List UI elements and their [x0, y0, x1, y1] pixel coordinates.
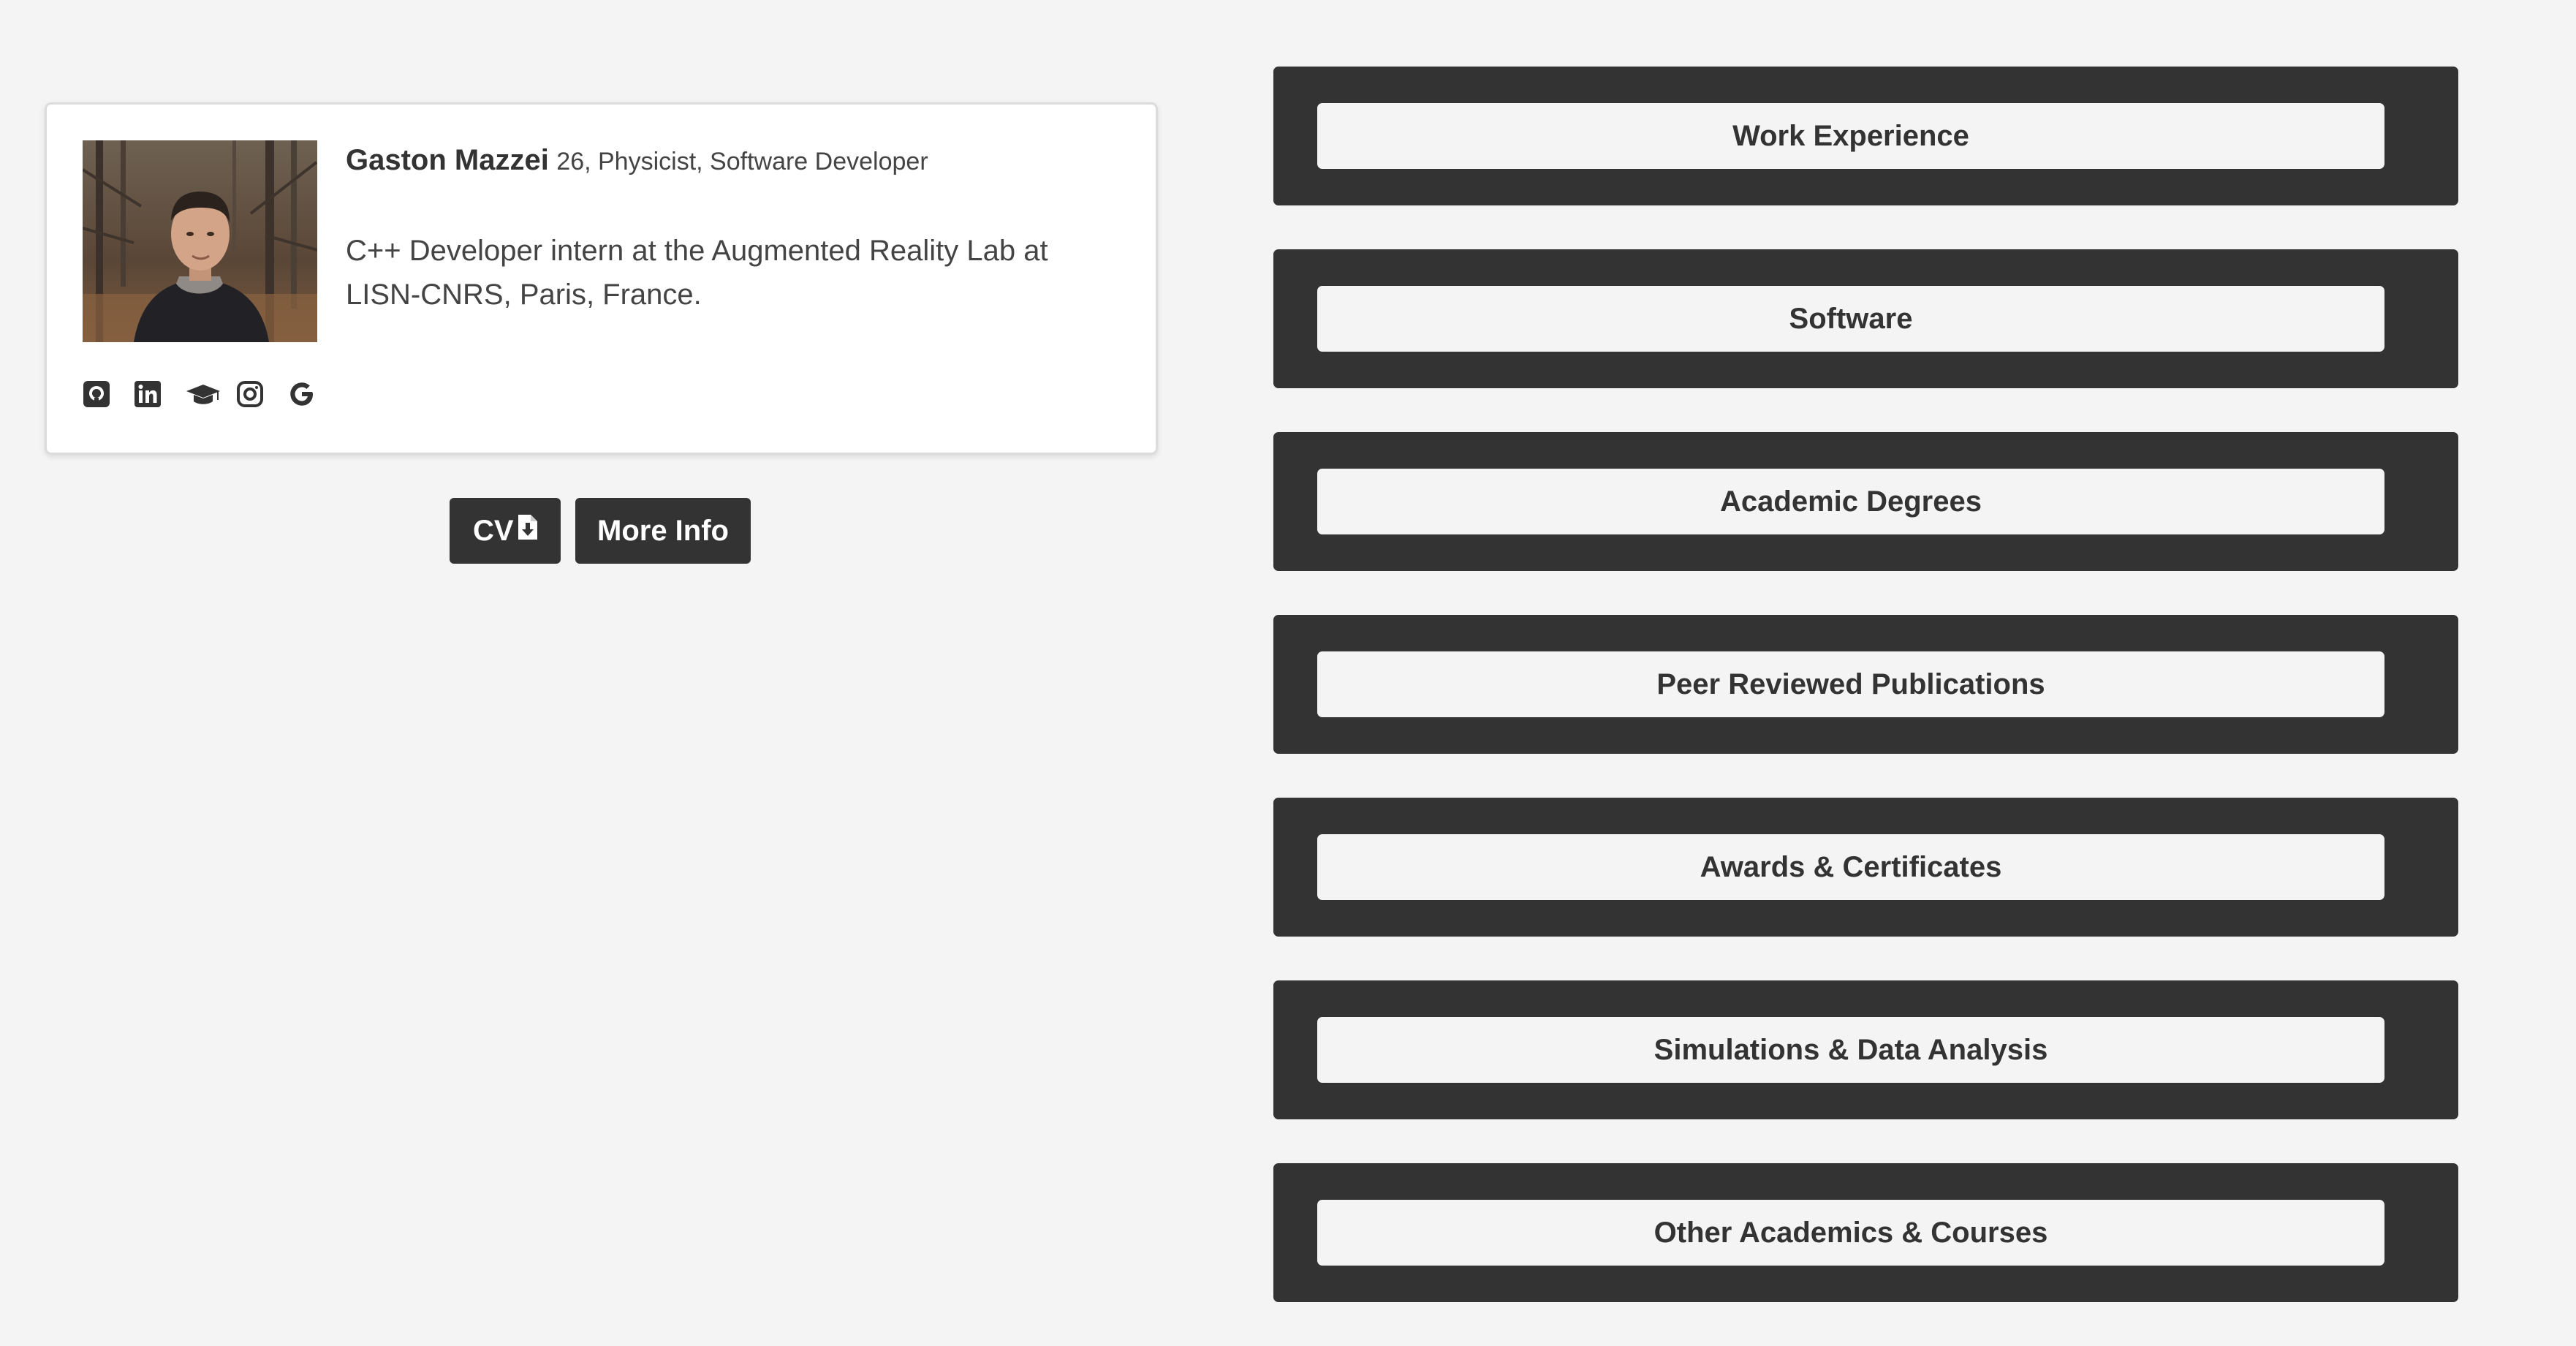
file-download-icon	[517, 513, 539, 548]
profile-actions: CV More Info	[450, 498, 751, 564]
academic-degrees-button[interactable]: Academic Degrees	[1317, 469, 2384, 534]
github-icon[interactable]	[83, 377, 134, 412]
section-simulations: Simulations & Data Analysis	[1273, 980, 2458, 1119]
section-publications: Peer Reviewed Publications	[1273, 615, 2458, 754]
linkedin-icon[interactable]	[134, 377, 185, 412]
profile-name: Gaston Mazzei	[346, 144, 549, 176]
other-academics-button[interactable]: Other Academics & Courses	[1317, 1200, 2384, 1266]
profile-card: Gaston Mazzei 26, Physicist, Software De…	[45, 102, 1158, 455]
social-links	[83, 377, 338, 412]
section-work-experience: Work Experience	[1273, 67, 2458, 205]
cv-download-button[interactable]: CV	[450, 498, 561, 564]
software-button[interactable]: Software	[1317, 286, 2384, 352]
simulations-button[interactable]: Simulations & Data Analysis	[1317, 1017, 2384, 1083]
section-other-academics: Other Academics & Courses	[1273, 1163, 2458, 1302]
cv-label: CV	[473, 514, 514, 547]
awards-button[interactable]: Awards & Certificates	[1317, 834, 2384, 900]
work-experience-button[interactable]: Work Experience	[1317, 103, 2384, 169]
google-icon[interactable]	[287, 377, 338, 412]
section-software: Software	[1273, 249, 2458, 388]
instagram-icon[interactable]	[236, 377, 287, 412]
section-awards: Awards & Certificates	[1273, 798, 2458, 937]
profile-bio: C++ Developer intern at the Augmented Re…	[346, 235, 1048, 311]
publications-button[interactable]: Peer Reviewed Publications	[1317, 651, 2384, 717]
avatar	[83, 140, 317, 342]
section-academic-degrees: Academic Degrees	[1273, 432, 2458, 571]
profile-tagline: 26, Physicist, Software Developer	[556, 148, 928, 175]
more-info-button[interactable]: More Info	[575, 498, 751, 564]
profile-header: Gaston Mazzei 26, Physicist, Software De…	[346, 145, 928, 175]
graduation-cap-icon[interactable]	[185, 377, 236, 412]
section-list: Work Experience Software Academic Degree…	[1273, 67, 2458, 1346]
